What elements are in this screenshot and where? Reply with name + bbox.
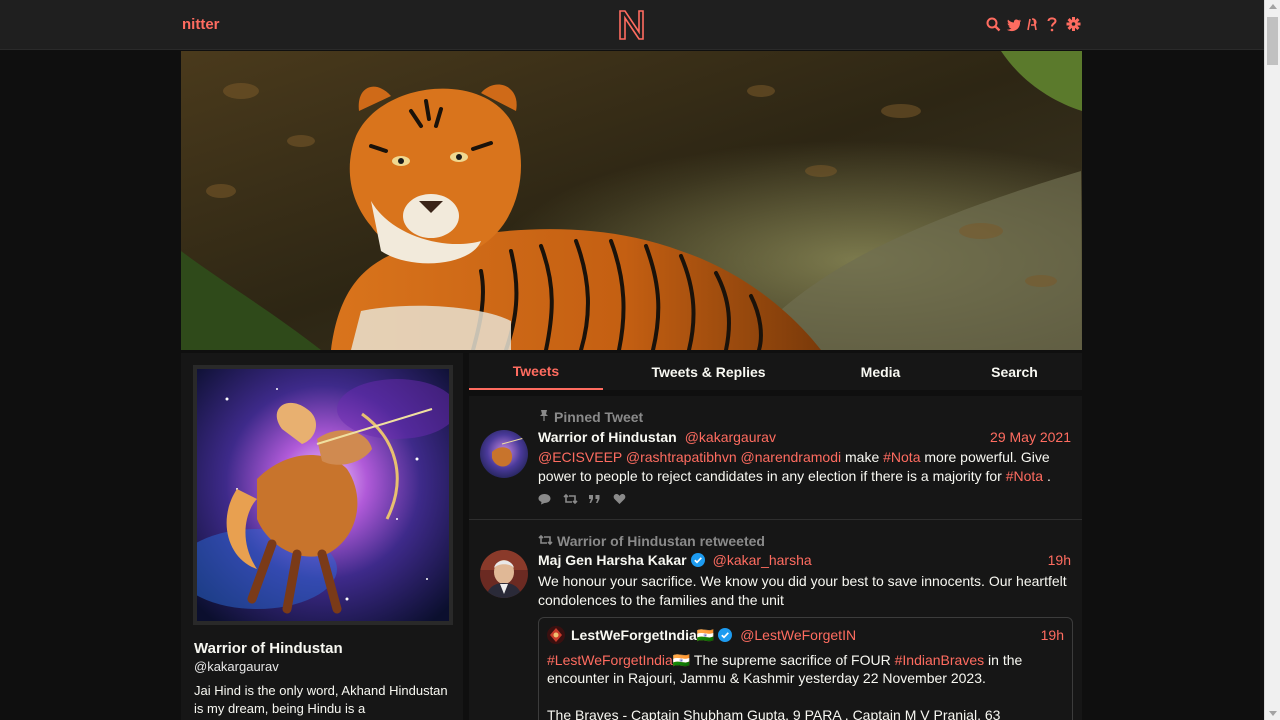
profile-username[interactable]: @kakargaurav — [194, 659, 279, 674]
scroll-up-arrow-icon[interactable] — [1269, 4, 1277, 9]
tab-media[interactable]: Media — [814, 353, 947, 390]
page-scrollbar[interactable] — [1264, 0, 1280, 720]
quoted-text: The supreme sacrifice of FOUR — [690, 652, 895, 668]
tweet-username[interactable]: @kakar_harsha — [713, 552, 812, 568]
tweet-text: . — [1043, 468, 1051, 484]
twitter-bird-icon[interactable] — [1006, 16, 1021, 33]
profile-card: Warrior of Hindustan @kakargaurav Jai Hi… — [181, 353, 463, 720]
rss-icon[interactable] — [1026, 16, 1041, 33]
pinned-tweet-header: Pinned Tweet — [538, 409, 643, 425]
tab-tweets-and-replies[interactable]: Tweets & Replies — [603, 353, 814, 390]
settings-gear-icon[interactable] — [1066, 16, 1081, 33]
tweet-fullname[interactable]: Maj Gen Harsha Kakar — [538, 552, 687, 568]
like-heart-icon[interactable] — [613, 492, 626, 504]
nitter-logo-icon[interactable] — [616, 8, 648, 42]
tweet-content: We honour your sacrifice. We know you di… — [538, 573, 1067, 608]
quoted-tweet-content-continued: The Braves - Captain Shubham Gupta, 9 PA… — [547, 707, 1001, 720]
tweet-fullname[interactable]: Warrior of Hindustan — [538, 429, 677, 445]
verified-badge-icon — [718, 628, 733, 642]
quoted-username[interactable]: @LestWeForgetIN — [740, 627, 856, 643]
top-navbar: nitter — [0, 0, 1264, 50]
retweet-label: Warrior of Hindustan retweeted — [557, 533, 765, 549]
profile-avatar[interactable] — [193, 365, 453, 625]
pin-icon — [538, 409, 550, 425]
hashtag-link[interactable]: #Nota — [883, 449, 920, 465]
tweet-pinned[interactable]: Pinned Tweet Warrior of Hindustan @kakar… — [469, 396, 1082, 520]
pinned-label: Pinned Tweet — [554, 409, 644, 425]
hashtag-link[interactable]: #LestWeForgetIndia🇮🇳 — [547, 652, 690, 668]
mention-link[interactable]: @narendramodi — [741, 449, 842, 465]
profile-tabs: Tweets Tweets & Replies Media Search — [469, 353, 1082, 390]
quoted-tweet-content: #LestWeForgetIndia🇮🇳 The supreme sacrifi… — [547, 651, 1047, 687]
quoted-tweet[interactable]: LestWeForgetIndia🇮🇳 @LestWeForgetIN 19h … — [538, 617, 1073, 720]
reply-icon[interactable] — [538, 492, 551, 505]
help-icon[interactable] — [1046, 16, 1061, 33]
hashtag-link[interactable]: #IndianBraves — [895, 652, 985, 668]
tab-tweets[interactable]: Tweets — [469, 353, 603, 390]
search-icon[interactable] — [986, 16, 1001, 33]
nav-icon-group — [986, 16, 1081, 33]
verified-badge-icon — [690, 553, 705, 567]
scroll-down-arrow-icon[interactable] — [1269, 711, 1277, 716]
quoted-fullname[interactable]: LestWeForgetIndia🇮🇳 — [571, 627, 714, 644]
tweet-author-avatar[interactable] — [480, 550, 528, 598]
mention-link[interactable]: @ECISVEEP — [538, 449, 622, 465]
quoted-author-avatar[interactable] — [547, 626, 565, 644]
quoted-date[interactable]: 19h — [1041, 627, 1064, 643]
quoted-tweet-header: LestWeForgetIndia🇮🇳 @LestWeForgetIN 19h — [547, 626, 1064, 644]
tab-search[interactable]: Search — [947, 353, 1082, 390]
tweet-header: Maj Gen Harsha Kakar @kakar_harsha 19h — [538, 552, 1071, 568]
tweet-username[interactable]: @kakargaurav — [685, 429, 776, 445]
retweet-icon[interactable] — [563, 492, 578, 505]
tweet-date[interactable]: 29 May 2021 — [990, 429, 1071, 445]
mention-link[interactable]: @rashtrapatibhvn — [626, 449, 737, 465]
retweet-icon — [538, 533, 553, 549]
retweet-header: Warrior of Hindustan retweeted — [538, 533, 765, 549]
scroll-thumb[interactable] — [1267, 17, 1278, 65]
quote-icon[interactable] — [588, 492, 601, 504]
tweet-header: Warrior of Hindustan @kakargaurav 29 May… — [538, 429, 1071, 445]
tweet-content: @ECISVEEP @rashtrapatibhvn @narendramodi… — [538, 448, 1072, 486]
tweet-date[interactable]: 19h — [1048, 552, 1071, 568]
profile-fullname[interactable]: Warrior of Hindustan — [194, 640, 343, 657]
tweet-text: make — [841, 449, 884, 465]
profile-banner-tiger-image[interactable] — [181, 51, 1082, 350]
hashtag-link[interactable]: #Nota — [1006, 468, 1043, 484]
tweet-author-avatar[interactable] — [480, 430, 528, 478]
profile-bio: Jai Hind is the only word, Akhand Hindus… — [194, 683, 448, 716]
nitter-home-link[interactable]: nitter — [182, 16, 220, 33]
tweet-stats — [538, 492, 626, 505]
